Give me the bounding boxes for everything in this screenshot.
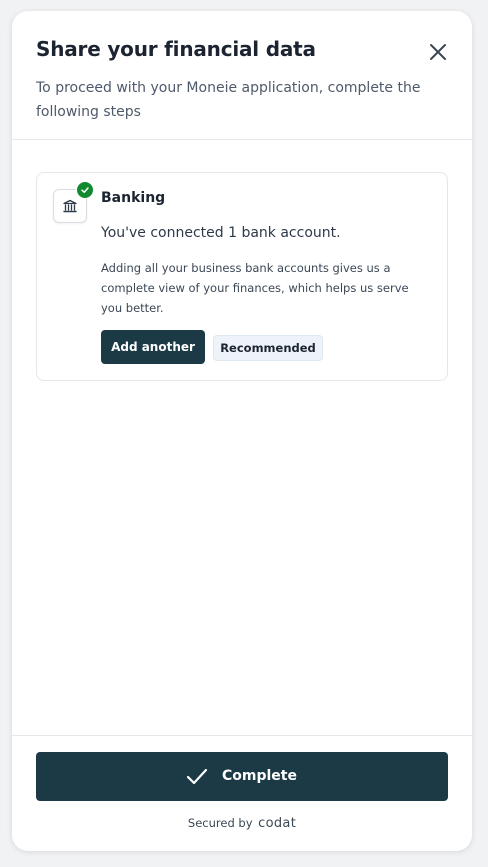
recommended-badge: Recommended: [213, 335, 323, 361]
connection-status: You've connected 1 bank account.: [101, 225, 341, 241]
complete-button[interactable]: Complete: [36, 752, 448, 801]
modal-footer: Complete Secured by codat: [12, 735, 472, 851]
close-icon: [430, 44, 446, 60]
check-circle-icon: [76, 181, 94, 199]
modal-title: Share your financial data: [36, 37, 316, 61]
complete-button-label: Complete: [222, 768, 297, 784]
add-another-button[interactable]: Add another: [101, 330, 205, 364]
close-button[interactable]: [426, 40, 450, 64]
card-description: Adding all your business bank accounts g…: [101, 261, 409, 315]
modal-subtitle: To proceed with your Moneie application,…: [36, 80, 421, 120]
bank-icon: [63, 199, 77, 213]
secured-by-label: Secured by: [187, 816, 253, 830]
banking-step-card: Banking You've connected 1 bank account.…: [36, 172, 448, 381]
codat-logo: codat: [258, 816, 297, 831]
modal-header: Share your financial data To proceed wit…: [12, 11, 472, 140]
secured-by-note: Secured by codat: [12, 816, 472, 831]
share-data-modal: Share your financial data To proceed wit…: [12, 11, 472, 851]
check-icon: [186, 768, 208, 785]
card-title: Banking: [101, 190, 166, 206]
